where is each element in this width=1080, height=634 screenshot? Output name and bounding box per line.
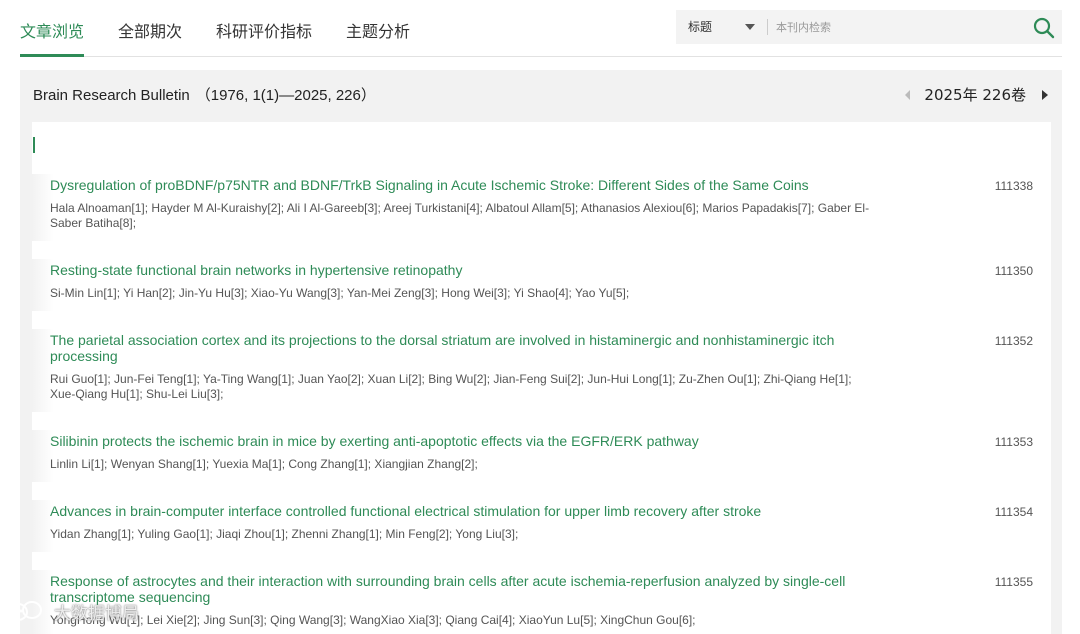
active-tab-indicator	[20, 54, 84, 57]
search-field-select[interactable]: 标题	[688, 10, 712, 44]
search-icon[interactable]	[1032, 16, 1056, 40]
search-input[interactable]	[776, 14, 1016, 40]
next-volume-icon[interactable]	[1042, 89, 1048, 100]
article-item: Advances in brain-computer interface con…	[32, 500, 1051, 552]
article-number: 111350	[994, 264, 1033, 278]
tab-research-metrics[interactable]: 科研评价指标	[216, 18, 312, 58]
top-navigation: 文章浏览 全部期次 科研评价指标 主题分析 标题	[0, 0, 1080, 58]
current-volume-label: 2025年 226卷	[924, 86, 1026, 104]
tab-topic-analysis[interactable]: 主题分析	[346, 18, 410, 58]
volume-navigator: 2025年 226卷	[905, 84, 1048, 105]
tab-article-browse[interactable]: 文章浏览	[20, 18, 84, 58]
article-number: 111355	[994, 575, 1033, 589]
watermark-logo-icon	[8, 601, 42, 621]
article-item: Silibinin protects the ischemic brain in…	[32, 430, 1051, 482]
article-number: 111353	[994, 435, 1033, 449]
article-item: Dysregulation of proBDNF/p75NTR and BDNF…	[32, 174, 1051, 241]
article-title-link[interactable]: Resting-state functional brain networks …	[50, 262, 850, 278]
article-item: Resting-state functional brain networks …	[32, 259, 1051, 311]
watermark-text: 大数据博局	[54, 603, 139, 624]
article-authors: Rui Guo[1]; Jun-Fei Teng[1]; Ya-Ting Wan…	[50, 372, 852, 401]
article-title-link[interactable]: The parietal association cortex and its …	[50, 332, 850, 364]
search-divider	[767, 19, 768, 35]
article-authors: Si-Min Lin[1]; Yi Han[2]; Jin-Yu Hu[3]; …	[50, 286, 630, 300]
article-title-link[interactable]: Response of astrocytes and their interac…	[50, 573, 850, 605]
article-number: 111352	[994, 334, 1033, 348]
caret-down-icon[interactable]	[745, 24, 755, 30]
article-list: Dysregulation of proBDNF/p75NTR and BDNF…	[32, 174, 1051, 634]
article-item: The parietal association cortex and its …	[32, 329, 1051, 412]
article-authors: Yidan Zhang[1]; Yuling Gao[1]; Jiaqi Zho…	[50, 527, 519, 541]
article-number: 111354	[994, 505, 1033, 519]
journal-range: （1976, 1(1)—2025, 226）	[195, 87, 376, 104]
journal-panel: Brain Research Bulletin （1976, 1(1)—2025,…	[20, 70, 1062, 634]
journal-name: Brain Research Bulletin	[33, 87, 190, 104]
article-number: 111338	[994, 179, 1033, 193]
section-marker	[33, 137, 35, 153]
article-title-link[interactable]: Dysregulation of proBDNF/p75NTR and BDNF…	[50, 177, 850, 193]
article-authors: YongHong Wu[1]; Lei Xie[2]; Jing Sun[3];…	[50, 613, 696, 627]
watermark: 大数据博局	[6, 598, 139, 624]
article-list-area: Dysregulation of proBDNF/p75NTR and BDNF…	[32, 122, 1051, 634]
tab-all-issues[interactable]: 全部期次	[118, 18, 182, 58]
search-box: 标题	[676, 10, 1062, 44]
article-title-link[interactable]: Advances in brain-computer interface con…	[50, 503, 850, 519]
previous-volume-icon[interactable]	[905, 89, 911, 100]
article-item: Response of astrocytes and their interac…	[32, 570, 1051, 634]
article-authors: Hala Alnoaman[1]; Hayder M Al-Kuraishy[2…	[50, 201, 870, 230]
journal-heading: Brain Research Bulletin （1976, 1(1)—2025,…	[33, 84, 376, 105]
tab-bar: 文章浏览 全部期次 科研评价指标 主题分析	[20, 18, 444, 58]
article-title-link[interactable]: Silibinin protects the ischemic brain in…	[50, 433, 850, 449]
nav-divider	[20, 56, 1062, 57]
article-authors: Linlin Li[1]; Wenyan Shang[1]; Yuexia Ma…	[50, 457, 478, 471]
